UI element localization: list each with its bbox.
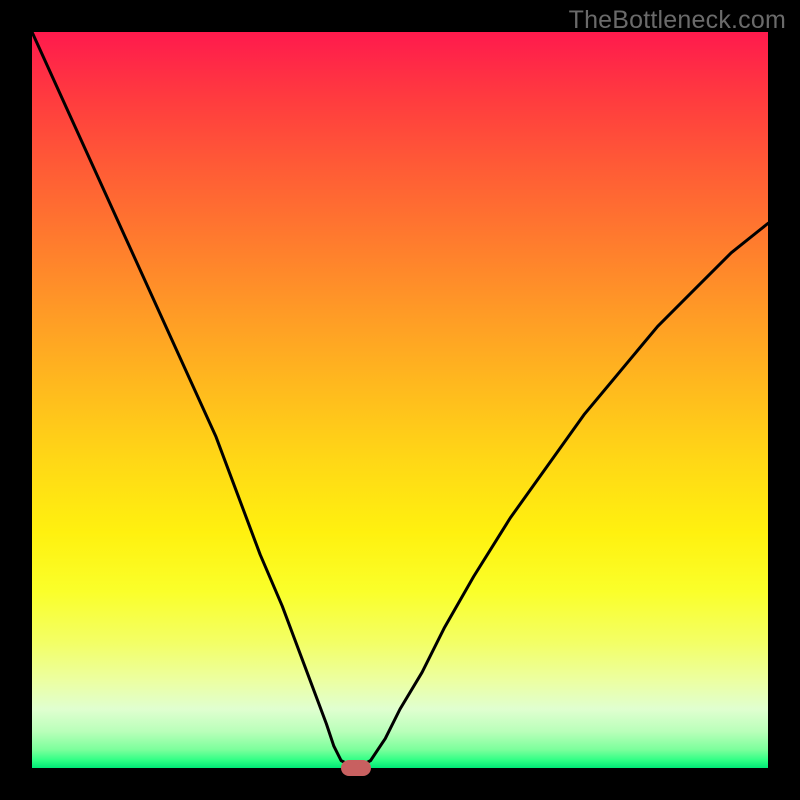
chart-plot-area bbox=[32, 32, 768, 768]
watermark-text: TheBottleneck.com bbox=[569, 6, 786, 35]
chart-frame: TheBottleneck.com bbox=[0, 0, 800, 800]
chart-curve bbox=[32, 32, 768, 768]
chart-marker bbox=[341, 760, 371, 776]
